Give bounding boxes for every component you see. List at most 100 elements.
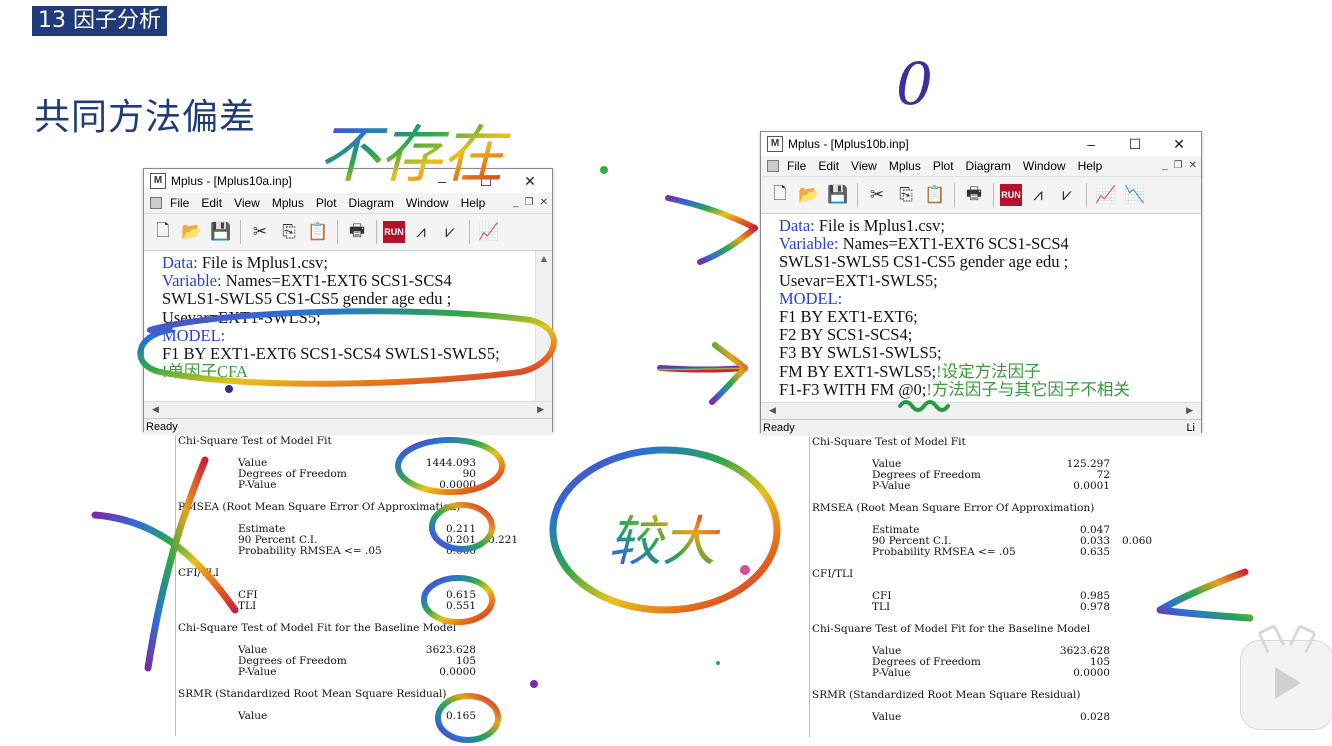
menu-window[interactable]: Window	[400, 196, 455, 210]
diagram-grid-icon[interactable]: ⩗	[1054, 182, 1080, 208]
output-value: 0.165	[445, 710, 476, 722]
output-blank-line	[176, 700, 556, 711]
arrow-right-mid-head	[709, 342, 748, 405]
child-close-icon[interactable]: ✕	[1189, 156, 1197, 176]
code-line: Data: File is Mplus1.csv;	[779, 216, 1201, 235]
menu-edit[interactable]: Edit	[195, 196, 228, 210]
open-folder-icon[interactable]: 📂	[796, 182, 822, 208]
document-icon	[150, 197, 162, 209]
menu-bar: File Edit View Mplus Plot Diagram Window…	[144, 193, 552, 213]
menu-view[interactable]: View	[228, 196, 266, 210]
output-blank-line	[810, 701, 1190, 712]
code-line: SWLS1-SWLS5 CS1-CS5 gender age edu ;	[162, 290, 552, 308]
open-folder-icon[interactable]: 📂	[179, 219, 205, 245]
print-icon[interactable]: 🖶	[344, 219, 370, 245]
code-comment: !设定方法因子	[936, 361, 1041, 381]
mplus-window-b[interactable]: M Mplus - [Mplus10b.inp] – ☐ ✕ File Edit…	[760, 131, 1202, 436]
child-restore-icon[interactable]: ❐	[525, 193, 534, 213]
run-button[interactable]: RUN	[1000, 184, 1022, 206]
code-keyword: Data:	[162, 253, 198, 272]
scroll-right-icon[interactable]: ▶	[537, 405, 544, 415]
window-titlebar[interactable]: M Mplus - [Mplus10b.inp] – ☐ ✕	[761, 132, 1201, 156]
plot-2-icon[interactable]: 📉	[1122, 182, 1148, 208]
menu-window[interactable]: Window	[1017, 159, 1072, 173]
save-icon[interactable]: 💾	[825, 182, 851, 208]
code-keyword: Variable:	[779, 234, 839, 254]
scroll-right-icon[interactable]: ▶	[1186, 406, 1193, 416]
plot-icon[interactable]: 📈	[476, 219, 502, 245]
cut-icon[interactable]: ✂	[864, 182, 890, 208]
diagram-grid-icon[interactable]: ⩗	[437, 219, 463, 245]
code-line: Usevar=EXT1-SWLS5;	[162, 307, 552, 327]
new-file-icon[interactable]: 🗋	[767, 182, 793, 208]
child-minimize-icon[interactable]: _	[1162, 156, 1168, 176]
maximize-icon[interactable]: ☐	[464, 169, 508, 193]
mplus-window-a[interactable]: M Mplus - [Mplus10a.inp] – ☐ ✕ File Edit…	[143, 168, 553, 435]
menu-file[interactable]: File	[781, 159, 812, 173]
copy-icon[interactable]: ⎘	[276, 219, 302, 245]
code-editor[interactable]: Data: File is Mplus1.csv; Variable: Names…	[144, 251, 552, 401]
code-editor[interactable]: Data: File is Mplus1.csv; Variable: Names…	[761, 214, 1201, 402]
code-keyword: MODEL:	[779, 288, 843, 308]
menu-view[interactable]: View	[845, 159, 883, 173]
menu-help[interactable]: Help	[1072, 159, 1109, 173]
output-row: Degrees of Freedom 105	[176, 656, 556, 667]
annotation-dot	[716, 661, 720, 665]
child-close-icon[interactable]: ✕	[540, 193, 548, 213]
plot-icon[interactable]: 📈	[1093, 182, 1119, 208]
output-row: Value 0.165	[176, 711, 556, 722]
scroll-left-icon[interactable]: ◀	[769, 406, 776, 416]
output-value-upper: 0.060	[1122, 535, 1153, 547]
menu-file[interactable]: File	[164, 196, 195, 210]
close-icon[interactable]: ✕	[508, 169, 552, 193]
scroll-up-icon[interactable]: ▲	[536, 251, 552, 267]
child-minimize-icon[interactable]: _	[513, 193, 519, 213]
diagram-icon[interactable]: ⩘	[408, 219, 434, 245]
output-blank-line	[176, 513, 556, 524]
menu-mplus[interactable]: Mplus	[883, 159, 927, 173]
menu-plot[interactable]: Plot	[310, 196, 343, 210]
output-label: Value	[238, 710, 268, 722]
menu-help[interactable]: Help	[455, 196, 492, 210]
output-row: CFI 0.985	[810, 591, 1190, 602]
window-titlebar[interactable]: M Mplus - [Mplus10a.inp] – ☐ ✕	[144, 169, 552, 193]
toolbar: 🗋 📂 💾 ✂ ⎘ 📋 🖶 RUN ⩘ ⩗ 📈 📉	[761, 176, 1201, 214]
output-blank-line	[176, 634, 556, 645]
save-icon[interactable]: 💾	[208, 219, 234, 245]
cut-icon[interactable]: ✂	[247, 219, 273, 245]
close-icon[interactable]: ✕	[1157, 132, 1201, 156]
paste-icon[interactable]: 📋	[922, 182, 948, 208]
bilibili-watermark	[1240, 623, 1332, 730]
menu-plot[interactable]: Plot	[927, 159, 960, 173]
minimize-icon[interactable]: –	[420, 169, 464, 193]
maximize-icon[interactable]: ☐	[1113, 132, 1157, 156]
copy-icon[interactable]: ⎘	[893, 182, 919, 208]
output-value: 0.0000	[439, 479, 476, 491]
output-label: Probability RMSEA <= .05	[238, 545, 382, 557]
menu-diagram[interactable]: Diagram	[343, 196, 400, 210]
horizontal-scrollbar[interactable]: ◀ ▶	[144, 401, 552, 418]
play-icon	[1275, 667, 1301, 699]
child-restore-icon[interactable]: ❐	[1174, 156, 1183, 176]
code-line: SWLS1-SWLS5 CS1-CS5 gender age edu ;	[779, 253, 1201, 271]
minimize-icon[interactable]: –	[1069, 132, 1113, 156]
diagram-icon[interactable]: ⩘	[1025, 182, 1051, 208]
status-bar: Ready Li	[761, 419, 1201, 436]
print-icon[interactable]: 🖶	[961, 182, 987, 208]
toolbar-separator	[954, 183, 955, 207]
vertical-scrollbar[interactable]: ▲	[535, 251, 552, 401]
run-button[interactable]: RUN	[383, 221, 405, 243]
menu-mplus[interactable]: Mplus	[266, 196, 310, 210]
code-line: Variable: Names=EXT1-EXT6 SCS1-SCS4	[779, 235, 1201, 253]
output-value: 0.0001	[1073, 480, 1110, 492]
code-line: Variable: Names=EXT1-EXT6 SCS1-SCS4	[162, 272, 552, 290]
output-value: 0.0000	[439, 666, 476, 678]
code-text: Usevar=EXT1-SWLS5;	[162, 307, 321, 327]
menu-edit[interactable]: Edit	[812, 159, 845, 173]
menu-diagram[interactable]: Diagram	[960, 159, 1017, 173]
scroll-left-icon[interactable]: ◀	[152, 405, 159, 415]
horizontal-scrollbar[interactable]: ◀ ▶	[761, 402, 1201, 419]
paste-icon[interactable]: 📋	[305, 219, 331, 245]
new-file-icon[interactable]: 🗋	[150, 219, 176, 245]
code-line: F1-F3 WITH FM @0;!方法因子与其它因子不相关	[779, 380, 1201, 399]
